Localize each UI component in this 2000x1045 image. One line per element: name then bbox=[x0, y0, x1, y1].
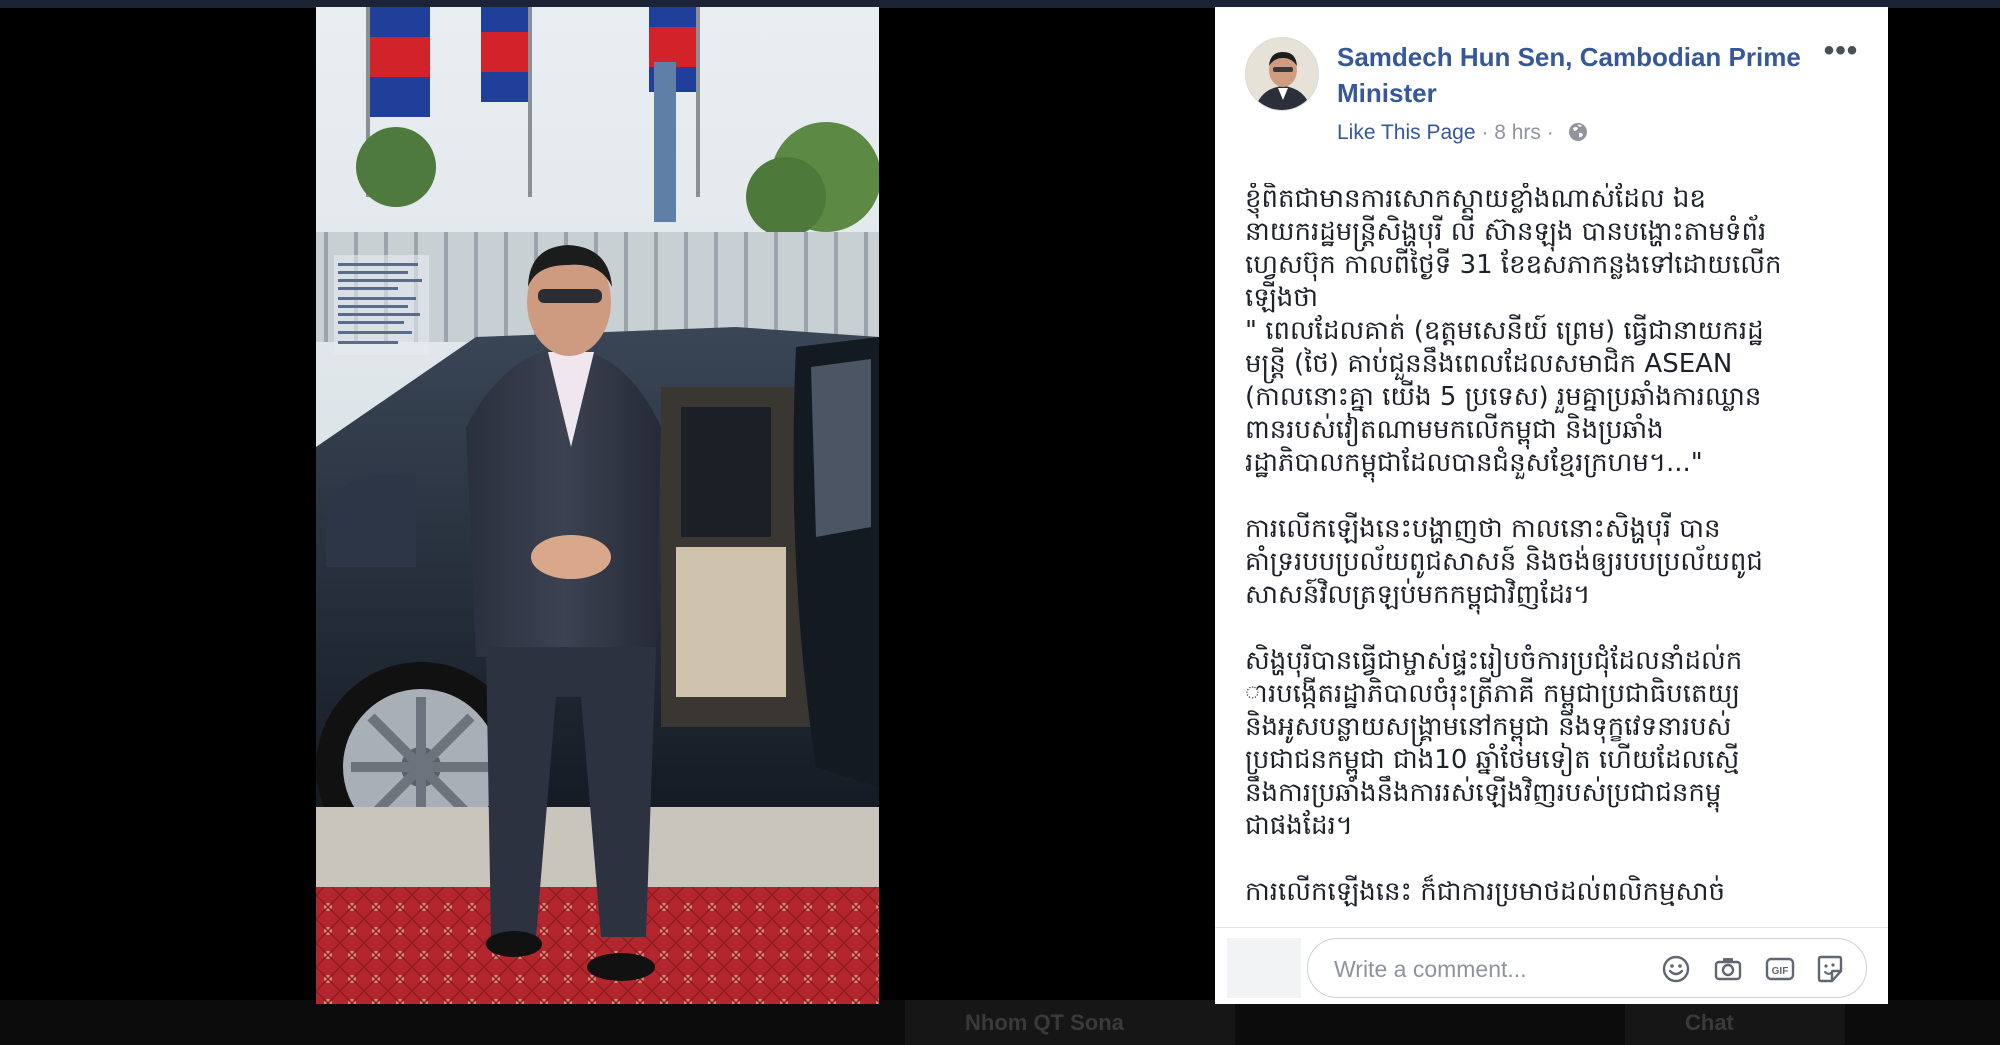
commenter-avatar bbox=[1227, 938, 1301, 998]
comment-bar: GIF bbox=[1215, 927, 1888, 1004]
post-paragraph: ការលើកឡើងនេះ ក៏ជាការប្រមាថដល់ពលិកម្មសាច់ bbox=[1245, 877, 1726, 907]
post-paragraph: ការលើកឡើងនេះបង្ហាញថា កាលនោះសិង្ហបុរី បាន… bbox=[1245, 514, 1763, 610]
camera-icon[interactable] bbox=[1712, 953, 1744, 985]
background-chat-chip: Nhom QT Sona bbox=[905, 1000, 1235, 1045]
emoji-icon[interactable] bbox=[1660, 953, 1692, 985]
meta-separator-2: · bbox=[1546, 121, 1554, 144]
post-paragraph: ខ្ញុំពិតជាមានការសោកស្ដាយខ្លាំងណាស់ដែល ឯឧ… bbox=[1245, 184, 1782, 478]
page-name-link[interactable]: Samdech Hun Sen, Cambodian Prime Ministe… bbox=[1337, 39, 1817, 111]
sticker-icon[interactable] bbox=[1814, 953, 1846, 985]
post-body: ខ្ញុំពិតជាមានការសោកស្ដាយខ្លាំងណាស់ដែល ឯឧ… bbox=[1245, 183, 1860, 923]
post-meta: Like This Page · 8 hrs · bbox=[1337, 121, 1588, 145]
post-paragraph: សិង្ហបុរីបានធ្វើជាម្ចាស់ផ្ទះរៀបចំការប្រជ… bbox=[1245, 646, 1743, 841]
globe-icon[interactable] bbox=[1568, 122, 1588, 142]
gif-icon[interactable]: GIF bbox=[1764, 953, 1796, 985]
comment-box[interactable]: GIF bbox=[1307, 938, 1867, 998]
avatar-portrait-icon bbox=[1246, 38, 1318, 110]
post-panel: Samdech Hun Sen, Cambodian Prime Ministe… bbox=[1215, 7, 1888, 1004]
svg-text:GIF: GIF bbox=[1772, 966, 1789, 977]
meta-separator: · bbox=[1481, 121, 1489, 144]
post-timestamp[interactable]: 8 hrs bbox=[1494, 121, 1541, 144]
like-page-link[interactable]: Like This Page bbox=[1337, 121, 1476, 144]
post-photo[interactable] bbox=[316, 7, 879, 1004]
more-options-button[interactable]: ••• bbox=[1819, 36, 1863, 69]
comment-input[interactable] bbox=[1332, 953, 1636, 985]
background-chat-label: Chat bbox=[1625, 1000, 1845, 1045]
photo-illustration bbox=[316, 7, 879, 1004]
page-avatar[interactable] bbox=[1245, 37, 1319, 111]
